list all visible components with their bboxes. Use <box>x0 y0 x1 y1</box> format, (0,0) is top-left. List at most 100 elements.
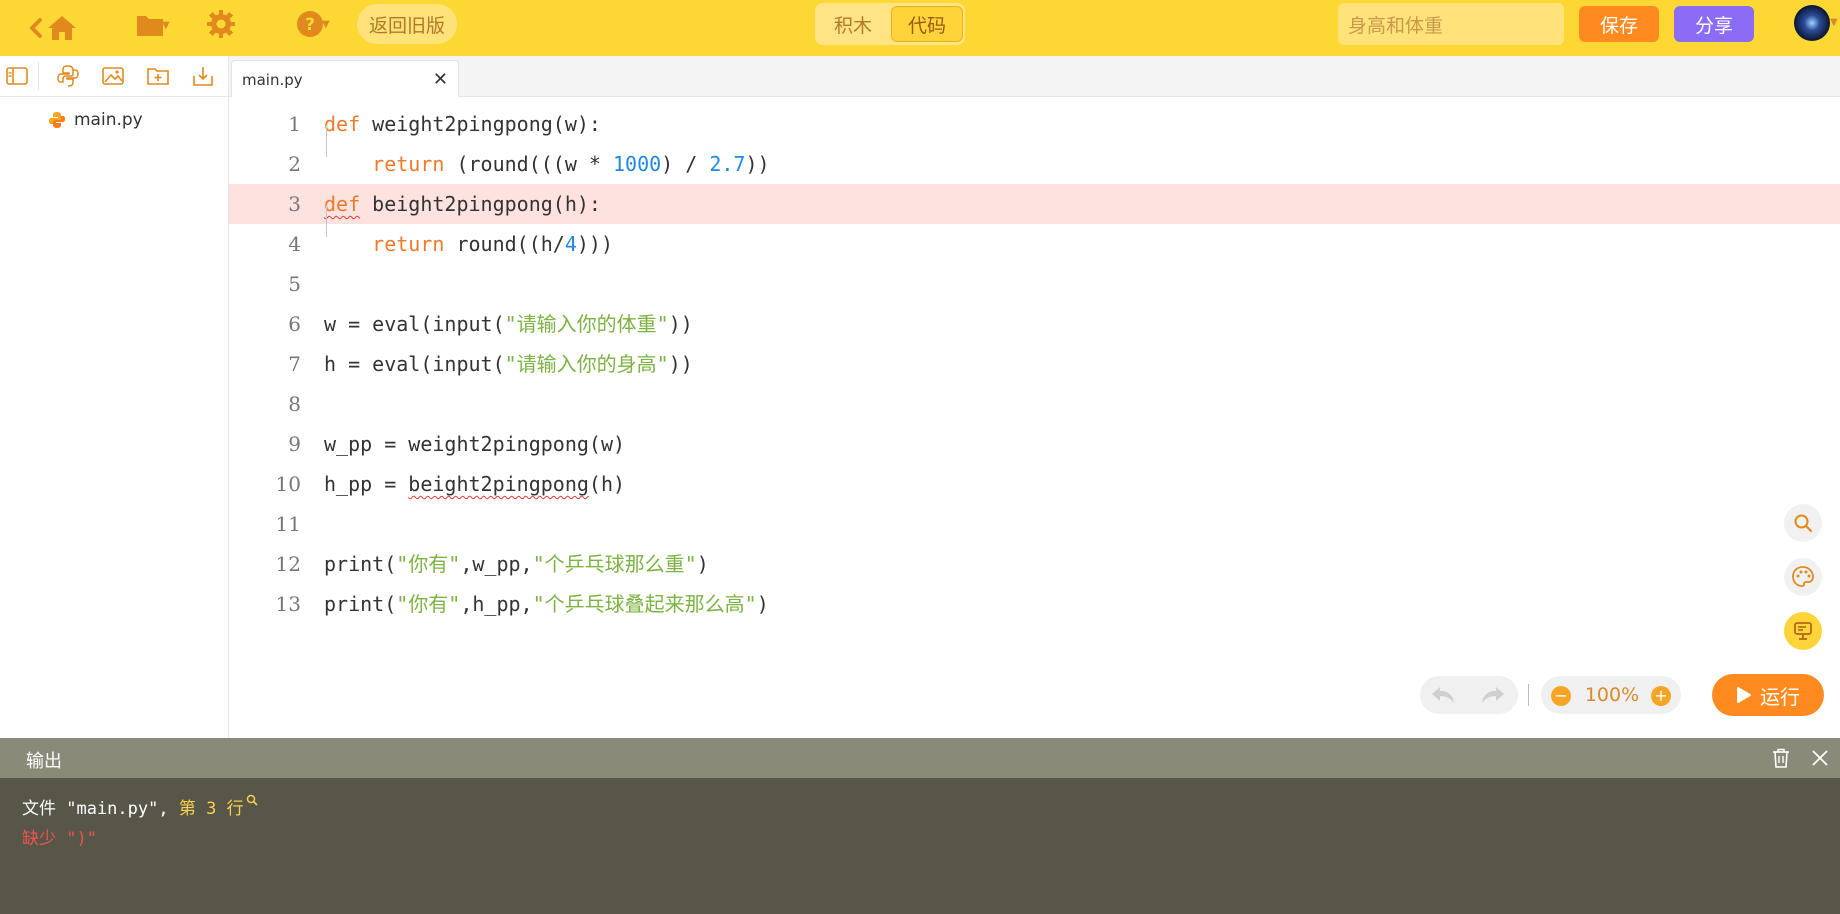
project-name-input[interactable]: 身高和体重 <box>1338 3 1564 45</box>
toggle-sidebar-button[interactable] <box>5 64 29 88</box>
redo-icon[interactable] <box>1480 684 1506 706</box>
divider <box>1528 684 1529 706</box>
new-python-file-button[interactable] <box>56 64 80 88</box>
tab-blocks[interactable]: 积木 <box>817 6 889 42</box>
line-number: 4 <box>288 232 301 256</box>
share-button[interactable]: 分享 <box>1674 6 1754 42</box>
line-number: 2 <box>288 152 301 176</box>
screen-icon <box>1794 622 1812 640</box>
code-line[interactable]: 9 w_pp = weight2pingpong(w) <box>229 424 1840 464</box>
code-editor[interactable]: 13 print("你有",h_pp,"个乒乓球叠起来那么高") 12 print("… <box>229 97 1840 738</box>
code-text: w = eval(input("请输入你的体重")) <box>324 312 693 336</box>
line-number: 7 <box>288 352 301 376</box>
top-toolbar: ▼ ? ▼ 返回旧版 积木 代码 身高和体重 保存 分享 ▼ <box>0 0 1840 56</box>
code-line[interactable]: 1 def weight2pingpong(w): <box>229 104 1840 144</box>
file-item-main-py[interactable]: main.py <box>48 110 143 130</box>
code-text: h_pp = beight2pingpong(h) <box>324 472 626 496</box>
code-text: def weight2pingpong(w): <box>324 112 601 136</box>
back-to-old-version-button[interactable]: 返回旧版 <box>357 4 457 44</box>
undo-redo-group <box>1420 676 1518 714</box>
code-text: print("你有",h_pp,"个乒乓球叠起来那么高") <box>324 592 769 616</box>
line-number: 1 <box>288 112 301 136</box>
line-number: 12 <box>275 552 301 576</box>
line-number: 9 <box>288 432 301 456</box>
caret-down-icon[interactable]: ▼ <box>1830 17 1838 28</box>
close-icon[interactable] <box>1811 749 1829 767</box>
zoom-control: − 100% + <box>1541 676 1681 714</box>
error-message: 缺少 ")" <box>22 829 97 849</box>
tab-label: main.py <box>242 71 303 89</box>
divider <box>38 62 39 90</box>
caret-down-icon: ▼ <box>162 20 170 31</box>
tab-code[interactable]: 代码 <box>891 6 963 42</box>
error-line-link[interactable]: 第 3 行 <box>179 799 244 819</box>
theme-button[interactable] <box>1784 558 1822 596</box>
folder-icon <box>137 16 163 36</box>
code-text: return round((h/4))) <box>372 232 614 256</box>
code-line[interactable]: 2 return (round(((w * 1000) / 2.7)) <box>229 144 1840 184</box>
gear-icon <box>207 10 235 38</box>
code-text: def beight2pingpong(h): <box>324 192 601 216</box>
code-line[interactable]: 11 <box>229 504 1840 544</box>
search-code-button[interactable] <box>1784 504 1822 542</box>
output-title: 输出 <box>26 751 62 772</box>
output-line: 文件 "main.py", 第 3 行 <box>22 794 258 819</box>
palette-icon <box>1792 566 1814 587</box>
code-text: w_pp = weight2pingpong(w) <box>324 432 626 456</box>
help-menu-button[interactable]: ? ▼ <box>286 9 334 39</box>
folder-menu-button[interactable]: ▼ <box>128 10 172 40</box>
code-line[interactable]: 5 <box>229 264 1840 304</box>
line-number: 5 <box>288 272 301 296</box>
run-button[interactable]: 运行 <box>1712 674 1824 716</box>
line-number: 10 <box>275 472 301 496</box>
trash-icon[interactable] <box>1770 747 1792 769</box>
zoom-level: 100% <box>1584 684 1640 706</box>
file-sidebar: main.py <box>0 56 229 738</box>
caret-down-icon: ▼ <box>322 19 330 30</box>
sidebar-toggle-icon <box>6 67 28 85</box>
output-file-ref: 文件 "main.py", <box>22 799 179 819</box>
code-line[interactable]: 8 <box>229 384 1840 424</box>
tab-main-py[interactable]: main.py ✕ <box>231 60 459 98</box>
image-icon <box>102 67 124 85</box>
editor-tab-bar: main.py ✕ <box>229 56 1840 98</box>
code-line[interactable]: 13 print("你有",h_pp,"个乒乓球叠起来那么高") <box>229 584 1840 624</box>
search-icon[interactable] <box>246 794 258 806</box>
folder-add-icon <box>147 68 169 85</box>
avatar[interactable] <box>1794 5 1830 41</box>
python-icon <box>49 112 65 128</box>
output-console: 文件 "main.py", 第 3 行 缺少 ")" <box>0 778 1840 914</box>
code-line[interactable]: 6 w = eval(input("请输入你的体重")) <box>229 304 1840 344</box>
undo-icon[interactable] <box>1430 684 1456 706</box>
sidebar-toolbar <box>0 56 228 97</box>
home-button[interactable] <box>14 8 82 48</box>
run-label: 运行 <box>1760 684 1800 709</box>
zoom-in-icon[interactable]: + <box>1651 686 1671 706</box>
code-line[interactable]: 7 h = eval(input("请输入你的身高")) <box>229 344 1840 384</box>
line-number: 6 <box>288 312 301 336</box>
line-number: 11 <box>275 512 301 536</box>
indent-guide <box>326 125 327 157</box>
code-line[interactable]: 12 print("你有",w_pp,"个乒乓球那么重") <box>229 544 1840 584</box>
code-line[interactable]: 4 return round((h/4))) <box>229 224 1840 264</box>
new-folder-button[interactable] <box>146 64 170 88</box>
add-image-button[interactable] <box>101 64 125 88</box>
code-line[interactable]: 10 h_pp = beight2pingpong(h) <box>229 464 1840 504</box>
code-text: print("你有",w_pp,"个乒乓球那么重") <box>324 552 709 576</box>
chevron-left-icon <box>30 16 76 40</box>
mode-switch: 积木 代码 <box>815 3 965 45</box>
code-line[interactable]: 3 def beight2pingpong(h): <box>229 184 1840 224</box>
output-header: 输出 <box>0 738 1840 778</box>
save-button[interactable]: 保存 <box>1579 6 1659 42</box>
download-icon <box>193 67 213 86</box>
line-number: 3 <box>288 192 301 216</box>
line-number: 8 <box>288 392 301 416</box>
line-number: 13 <box>275 592 301 616</box>
help-icon: ? <box>297 11 323 37</box>
svg-text:?: ? <box>305 15 315 35</box>
close-icon[interactable]: ✕ <box>433 69 448 90</box>
download-button[interactable] <box>191 64 215 88</box>
settings-button[interactable] <box>206 9 236 39</box>
zoom-out-icon[interactable]: − <box>1551 686 1571 706</box>
presentation-button[interactable] <box>1784 612 1822 650</box>
